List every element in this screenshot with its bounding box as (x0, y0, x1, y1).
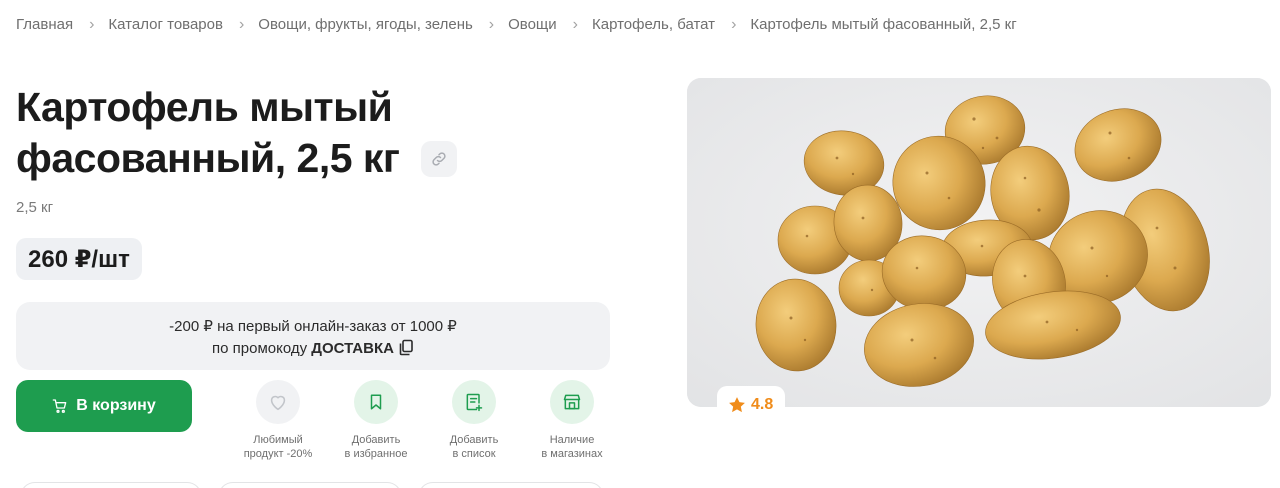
breadcrumb-home[interactable]: Главная (16, 16, 73, 33)
favorite-label-line1: Любимый (253, 434, 303, 446)
promo-text: -200 ₽ на первый онлайн-заказ от 1000 ₽ (169, 318, 457, 335)
wishlist-label-line1: Добавить (351, 434, 401, 446)
list-label: Добавить в список (429, 433, 519, 461)
breadcrumb: Главная › Каталог товаров › Овощи, фрукт… (16, 16, 1017, 33)
star-icon (729, 397, 745, 413)
store-availability-button[interactable]: Наличие в магазинах (527, 380, 617, 461)
stores-label: Наличие в магазинах (527, 433, 617, 461)
wishlist-circle (354, 380, 398, 424)
stores-label-line2: в магазинах (541, 448, 603, 460)
product-price: 260 ₽/шт (16, 238, 142, 280)
breadcrumb-catalog[interactable]: Каталог товаров (108, 16, 223, 33)
chevron-right-icon: › (731, 15, 737, 33)
add-to-cart-button[interactable]: В корзину (16, 380, 192, 432)
rating-badge: 4.8 (717, 386, 786, 424)
stores-label-line1: Наличие (549, 434, 595, 446)
product-image[interactable] (687, 78, 1271, 407)
wishlist-label-line2: в избранное (344, 448, 408, 460)
product-weight: 2,5 кг (16, 199, 54, 216)
list-label-line1: Добавить (449, 434, 499, 446)
heart-icon (270, 395, 286, 411)
copy-link-button[interactable] (421, 141, 457, 177)
add-to-list-button[interactable]: Добавить в список (429, 380, 519, 461)
add-to-wishlist-button[interactable]: Добавить в избранное (331, 380, 421, 461)
chevron-right-icon: › (238, 15, 245, 33)
chevron-right-icon: › (89, 15, 95, 33)
potatoes-illustration (687, 78, 1271, 407)
rating-value: 4.8 (751, 396, 774, 413)
favorite-label: Любимый продукт -20% (233, 433, 323, 461)
tab-chip[interactable] (418, 482, 604, 488)
page-title-line1: Картофель мытый (16, 84, 393, 130)
tab-chip[interactable] (218, 482, 402, 488)
page-title-line2: фасованный, 2,5 кг (16, 135, 400, 181)
breadcrumb-potatoes[interactable]: Картофель, батат (592, 16, 715, 33)
list-circle (452, 380, 496, 424)
page-title: Картофель мытый фасованный, 2,5 кг (16, 82, 486, 184)
promo-prefix: по промокоду (212, 340, 308, 357)
promo-code-line: по промокоду ДОСТАВКА (16, 338, 610, 360)
copy-icon[interactable] (398, 339, 414, 356)
stores-circle (550, 380, 594, 424)
favorite-label-line2: продукт -20% (243, 448, 313, 460)
list-add-icon (466, 393, 483, 412)
chevron-right-icon: › (572, 15, 578, 33)
list-label-line2: в список (452, 448, 496, 460)
link-icon (432, 152, 446, 166)
store-icon (563, 394, 581, 410)
cart-icon (52, 399, 67, 413)
breadcrumb-produce[interactable]: Овощи, фрукты, ягоды, зелень (258, 16, 473, 33)
favorite-product-button[interactable]: Любимый продукт -20% (233, 380, 323, 461)
breadcrumb-vegetables[interactable]: Овощи (508, 16, 557, 33)
promo-banner: -200 ₽ на первый онлайн-заказ от 1000 ₽ … (16, 302, 610, 370)
favorite-circle (256, 380, 300, 424)
chevron-right-icon: › (488, 15, 495, 33)
breadcrumb-current[interactable]: Картофель мытый фасованный, 2,5 кг (750, 16, 1016, 33)
bookmark-icon (370, 394, 382, 410)
wishlist-label: Добавить в избранное (331, 433, 421, 461)
promo-code[interactable]: ДОСТАВКА (311, 340, 394, 357)
add-to-cart-label: В корзину (76, 397, 156, 414)
tab-chip[interactable] (20, 482, 202, 488)
